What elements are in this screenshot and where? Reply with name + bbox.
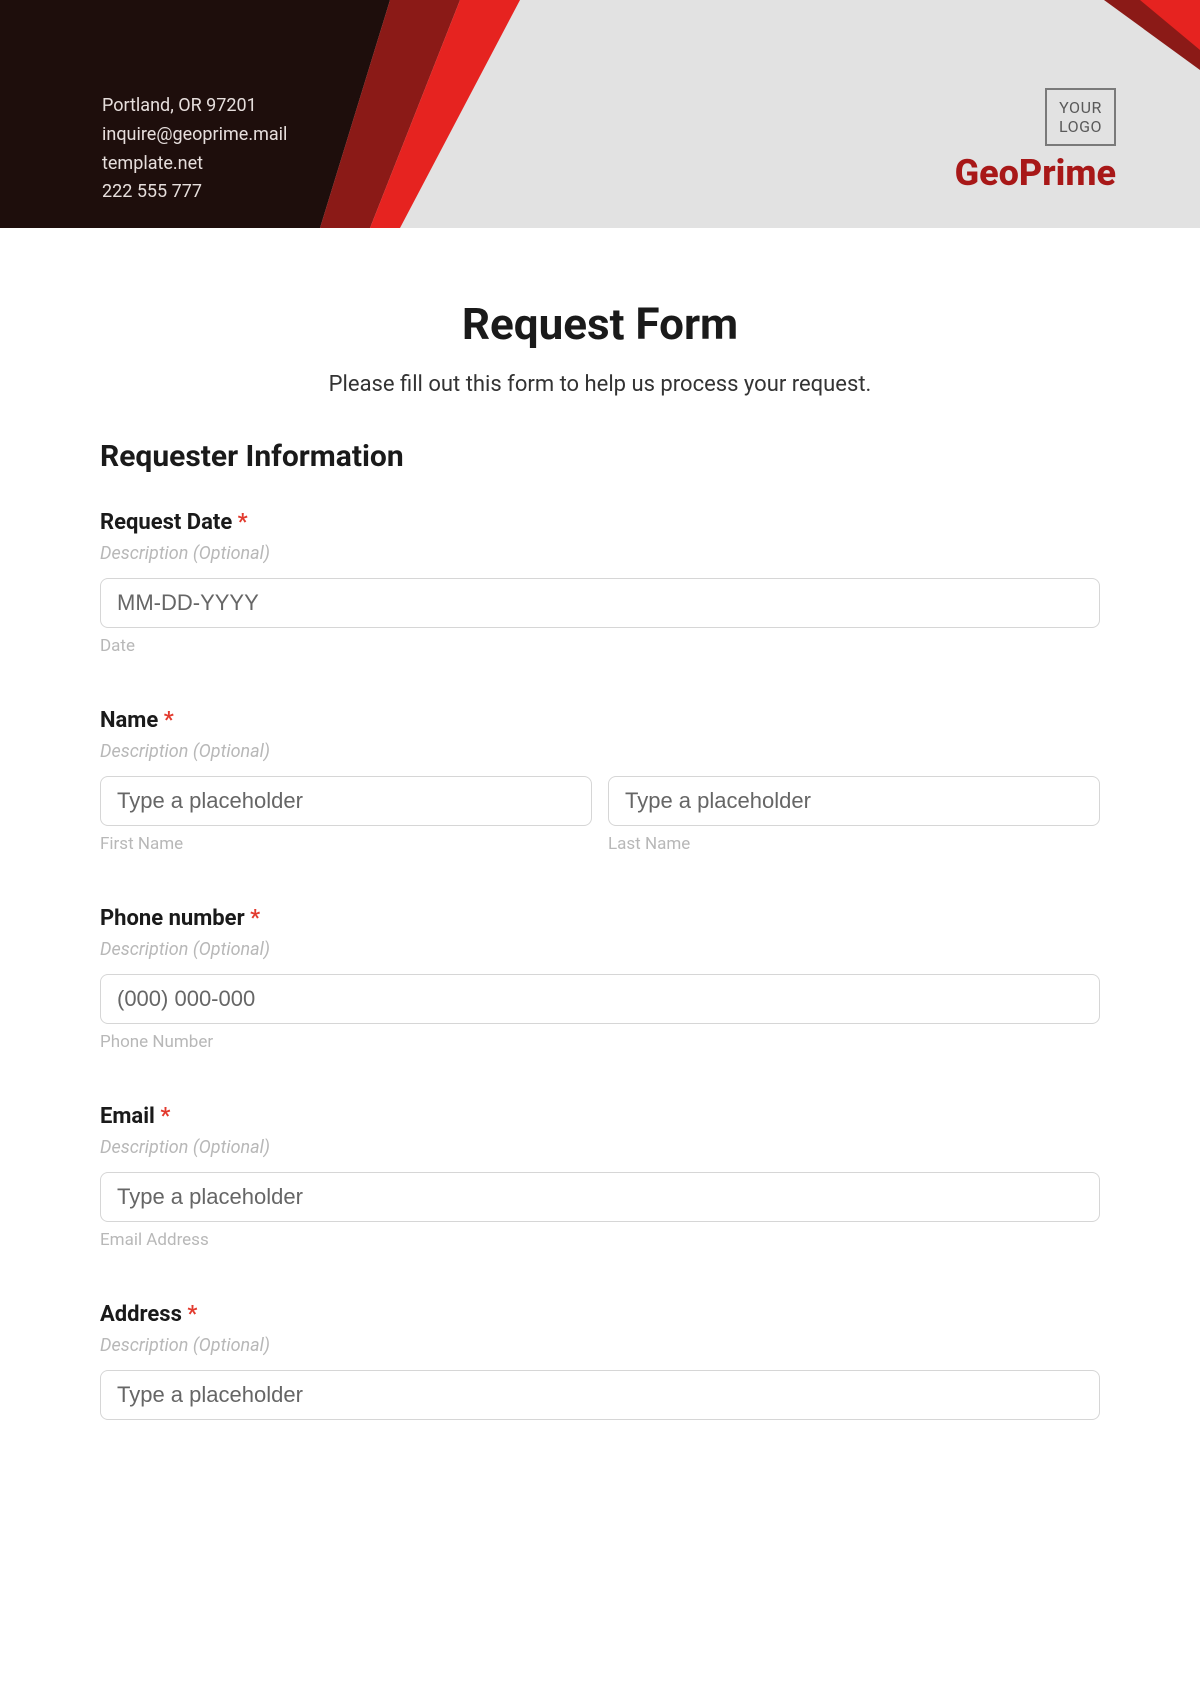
logo-placeholder: YOUR LOGO [1045, 88, 1116, 146]
logo-placeholder-line2: LOGO [1059, 117, 1102, 136]
label-text-request-date: Request Date [100, 510, 232, 535]
input-last-name[interactable] [608, 776, 1100, 826]
required-mark: * [164, 708, 174, 733]
sublabel-email: Email Address [100, 1230, 1100, 1250]
desc-phone: Description (Optional) [100, 939, 1100, 960]
sublabel-request-date: Date [100, 636, 1100, 656]
page-subtitle: Please fill out this form to help us pro… [100, 372, 1100, 397]
brand-name: GeoPrime [955, 152, 1116, 194]
form-page: Request Form Please fill out this form t… [0, 228, 1200, 1701]
label-request-date: Request Date * [100, 510, 1100, 535]
field-email: Email * Description (Optional) Email Add… [100, 1104, 1100, 1250]
label-text-name: Name [100, 708, 158, 733]
label-text-email: Email [100, 1104, 155, 1129]
field-phone: Phone number * Description (Optional) Ph… [100, 906, 1100, 1052]
input-email[interactable] [100, 1172, 1100, 1222]
label-text-address: Address [100, 1302, 182, 1327]
contact-address: Portland, OR 97201 [102, 92, 287, 121]
logo-placeholder-line1: YOUR [1059, 98, 1102, 117]
contact-phone: 222 555 777 [102, 178, 287, 207]
label-phone: Phone number * [100, 906, 1100, 931]
field-name: Name * Description (Optional) First Name… [100, 708, 1100, 854]
input-address[interactable] [100, 1370, 1100, 1420]
sublabel-first-name: First Name [100, 834, 592, 854]
contact-website: template.net [102, 150, 287, 179]
sublabel-phone: Phone Number [100, 1032, 1100, 1052]
desc-address: Description (Optional) [100, 1335, 1100, 1356]
label-address: Address * [100, 1302, 1100, 1327]
desc-request-date: Description (Optional) [100, 543, 1100, 564]
label-text-phone: Phone number [100, 906, 245, 931]
label-email: Email * [100, 1104, 1100, 1129]
page-title: Request Form [100, 298, 1100, 350]
desc-name: Description (Optional) [100, 741, 1100, 762]
label-name: Name * [100, 708, 1100, 733]
field-request-date: Request Date * Description (Optional) Da… [100, 510, 1100, 656]
required-mark: * [160, 1104, 170, 1129]
document-header: Portland, OR 97201 inquire@geoprime.mail… [0, 0, 1200, 228]
required-mark: * [238, 510, 248, 535]
section-title-requester-info: Requester Information [100, 439, 1100, 474]
sublabel-last-name: Last Name [608, 834, 1100, 854]
input-request-date[interactable] [100, 578, 1100, 628]
contact-email: inquire@geoprime.mail [102, 121, 287, 150]
input-first-name[interactable] [100, 776, 592, 826]
input-phone[interactable] [100, 974, 1100, 1024]
required-mark: * [250, 906, 260, 931]
contact-info: Portland, OR 97201 inquire@geoprime.mail… [102, 92, 287, 207]
desc-email: Description (Optional) [100, 1137, 1100, 1158]
field-address: Address * Description (Optional) [100, 1302, 1100, 1420]
required-mark: * [187, 1302, 197, 1327]
brand-block: YOUR LOGO GeoPrime [955, 88, 1116, 194]
